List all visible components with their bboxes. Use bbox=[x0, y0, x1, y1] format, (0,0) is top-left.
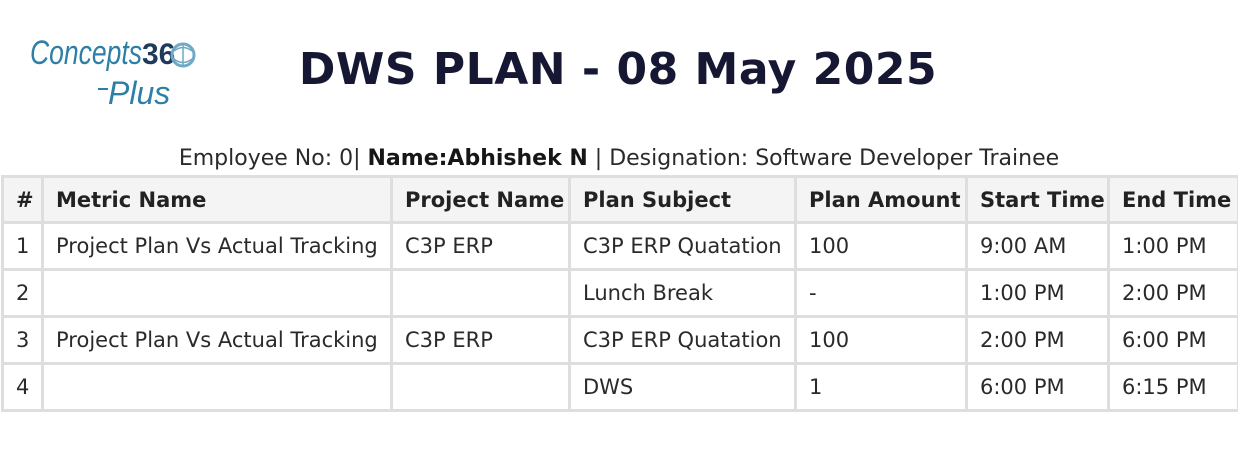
header-end-time: End Time bbox=[1107, 175, 1238, 224]
cell-start-time: 2:00 PM bbox=[965, 315, 1110, 365]
cell-plan-amount: - bbox=[794, 268, 968, 318]
cell-plan-subject: Lunch Break bbox=[568, 268, 797, 318]
header-index: # bbox=[1, 175, 44, 224]
cell-index: 2 bbox=[1, 268, 44, 318]
table-row: 1 Project Plan Vs Actual Tracking C3P ER… bbox=[1, 221, 1238, 271]
cell-plan-subject: DWS bbox=[568, 362, 797, 412]
cell-index: 1 bbox=[1, 221, 44, 271]
cell-start-time: 9:00 AM bbox=[965, 221, 1110, 271]
cell-end-time: 2:00 PM bbox=[1107, 268, 1238, 318]
cell-plan-amount: 1 bbox=[794, 362, 968, 412]
cell-metric-name bbox=[41, 362, 393, 412]
employee-separator: | bbox=[594, 146, 603, 171]
header-plan-subject: Plan Subject bbox=[568, 175, 797, 224]
cell-metric-name bbox=[41, 268, 393, 318]
table-row: 2 Lunch Break - 1:00 PM 2:00 PM bbox=[1, 268, 1238, 318]
table-row: 4 DWS 1 6:00 PM 6:15 PM bbox=[1, 362, 1238, 412]
cell-plan-subject: C3P ERP Quatation bbox=[568, 315, 797, 365]
table-row: 3 Project Plan Vs Actual Tracking C3P ER… bbox=[1, 315, 1238, 365]
cell-project-name: C3P ERP bbox=[390, 315, 571, 365]
cell-end-time: 1:00 PM bbox=[1107, 221, 1238, 271]
cell-index: 3 bbox=[1, 315, 44, 365]
employee-designation: Designation: Software Developer Trainee bbox=[609, 146, 1060, 171]
employee-name: Name:Abhishek N bbox=[367, 146, 588, 171]
cell-project-name bbox=[390, 268, 571, 318]
header-project-name: Project Name bbox=[390, 175, 571, 224]
cell-plan-subject: C3P ERP Quatation bbox=[568, 221, 797, 271]
cell-index: 4 bbox=[1, 362, 44, 412]
header-start-time: Start Time bbox=[965, 175, 1110, 224]
cell-start-time: 1:00 PM bbox=[965, 268, 1110, 318]
header-metric-name: Metric Name bbox=[41, 175, 393, 224]
employee-info: Employee No: 0| Name:Abhishek N | Design… bbox=[0, 146, 1238, 171]
cell-end-time: 6:00 PM bbox=[1107, 315, 1238, 365]
cell-plan-amount: 100 bbox=[794, 221, 968, 271]
page-title: DWS PLAN - 08 May 2025 bbox=[298, 44, 938, 95]
cell-metric-name: Project Plan Vs Actual Tracking bbox=[41, 315, 393, 365]
cell-project-name: C3P ERP bbox=[390, 221, 571, 271]
employee-number: Employee No: 0| bbox=[178, 146, 361, 171]
cell-metric-name: Project Plan Vs Actual Tracking bbox=[41, 221, 393, 271]
table-header-row: # Metric Name Project Name Plan Subject … bbox=[1, 175, 1238, 224]
cell-end-time: 6:15 PM bbox=[1107, 362, 1238, 412]
cell-plan-amount: 100 bbox=[794, 315, 968, 365]
cell-project-name bbox=[390, 362, 571, 412]
header-plan-amount: Plan Amount bbox=[794, 175, 968, 224]
cell-start-time: 6:00 PM bbox=[965, 362, 1110, 412]
dws-plan-table: # Metric Name Project Name Plan Subject … bbox=[1, 175, 1238, 412]
